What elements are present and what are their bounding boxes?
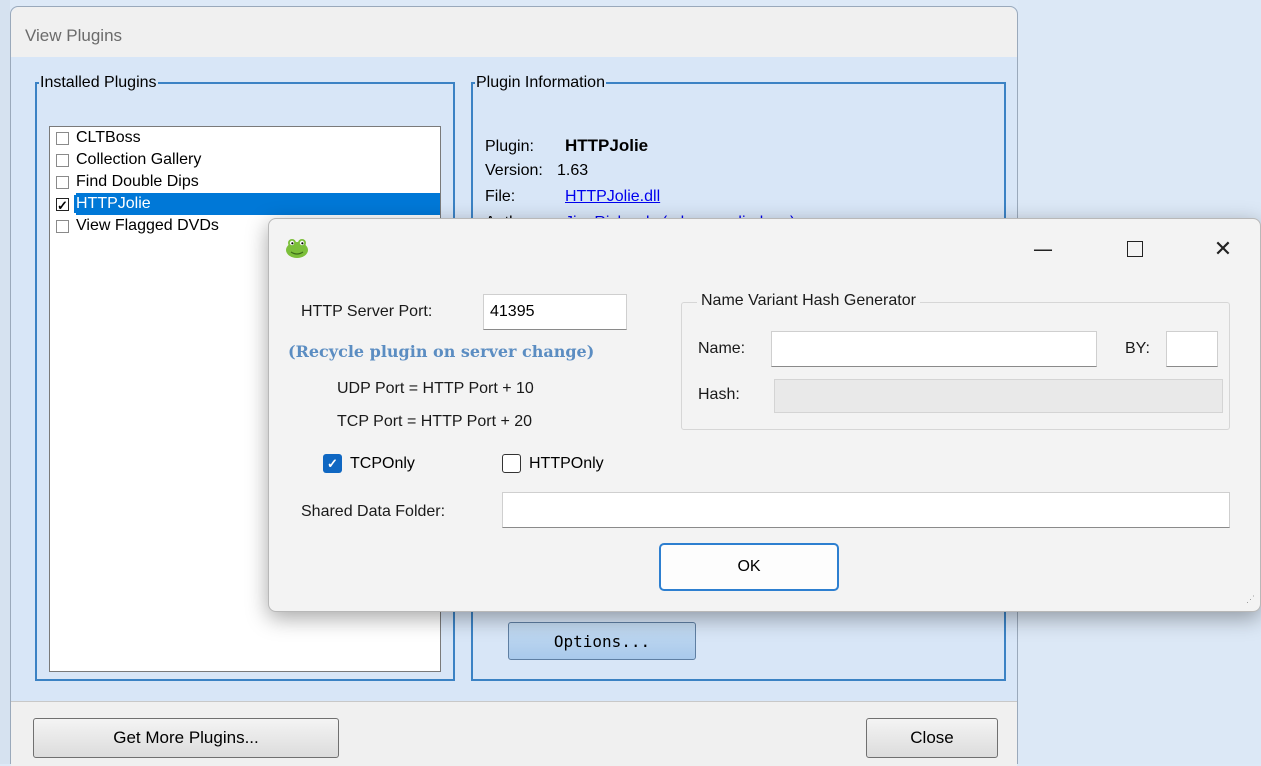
options-button[interactable]: Options... [508,622,696,660]
checkmark-icon: ✓ [323,454,342,473]
frog-app-icon [286,239,308,258]
http-port-input[interactable]: 41395 [483,294,627,330]
udp-port-note: UDP Port = HTTP Port + 10 [337,380,534,397]
tcp-only-checkbox[interactable]: ✓ TCPOnly [323,454,415,473]
by-input[interactable] [1166,331,1218,367]
tcp-port-note: TCP Port = HTTP Port + 20 [337,413,533,430]
window-close-button[interactable]: ✕ [1193,229,1253,269]
options-button-label: Options... [553,631,651,651]
plugin-name: Find Double Dips [76,173,199,190]
plugin-list-item[interactable]: Find Double Dips [50,171,440,193]
unchecked-box-icon [502,454,521,473]
info-file-row: File: HTTPJolie.dll [485,188,660,206]
name-label: Name: [698,340,746,357]
checked-box-icon[interactable]: ✓ [56,197,69,212]
hash-output [774,379,1223,413]
tcp-only-label: TCPOnly [350,454,415,472]
hash-generator-legend: Name Variant Hash Generator [697,292,920,310]
http-port-label: HTTP Server Port: [301,303,433,320]
version-label: Version: [485,162,543,179]
get-more-plugins-button[interactable]: Get More Plugins... [33,718,339,758]
resize-grip[interactable]: ⋰ [1246,594,1256,605]
plugin-name: View Flagged DVDs [76,217,219,234]
http-only-checkbox[interactable]: HTTPOnly [502,454,604,473]
close-icon: ✕ [1213,236,1233,262]
info-plugin-row: Plugin: HTTPJolie [485,136,648,156]
minimize-button[interactable]: — [1013,229,1073,269]
recycle-note: (Recycle plugin on server change) [288,342,595,361]
background-edge [0,0,10,764]
http-only-label: HTTPOnly [529,454,604,472]
shared-folder-label: Shared Data Folder: [301,503,446,520]
plugin-information-legend: Plugin Information [476,74,605,91]
plugin-list-item[interactable]: Collection Gallery [50,149,440,171]
hash-label: Hash: [698,386,740,403]
plugin-name: Collection Gallery [76,151,202,168]
minimize-icon: — [1033,237,1053,261]
window-title: View Plugins [25,26,123,45]
checkbox-icon[interactable] [56,175,69,189]
file-link[interactable]: HTTPJolie.dll [565,188,660,205]
view-plugins-titlebar: View Plugins [11,7,1017,57]
dialog-titlebar: — ✕ [269,219,1260,277]
close-button[interactable]: Close [866,718,998,758]
plugin-name-value: HTTPJolie [565,136,649,155]
plugin-name: HTTPJolie [74,195,153,213]
version-value: 1.63 [557,162,589,179]
hash-generator-group: Name Variant Hash Generator Name: BY: Ha… [681,292,1230,430]
plugin-list-item[interactable]: CLTBoss [50,127,440,149]
shared-folder-input[interactable] [502,492,1230,528]
ok-button[interactable]: OK [659,543,839,591]
plugin-name: CLTBoss [76,129,141,146]
maximize-button[interactable] [1105,229,1165,269]
httpjolie-options-dialog: — ✕ HTTP Server Port: 41395 (Recycle plu… [268,218,1261,612]
info-version-row: Version: 1.63 [485,162,588,180]
installed-plugins-legend: Installed Plugins [40,74,157,91]
plugin-list-item[interactable]: ✓ HTTPJolie [50,193,440,215]
by-label: BY: [1125,340,1150,357]
maximize-icon [1127,241,1143,257]
checkbox-icon[interactable] [56,131,69,145]
file-label: File: [485,188,516,205]
checkbox-icon[interactable] [56,219,69,233]
plugin-label: Plugin: [485,138,534,155]
checkbox-icon[interactable] [56,153,69,167]
name-input[interactable] [771,331,1097,367]
